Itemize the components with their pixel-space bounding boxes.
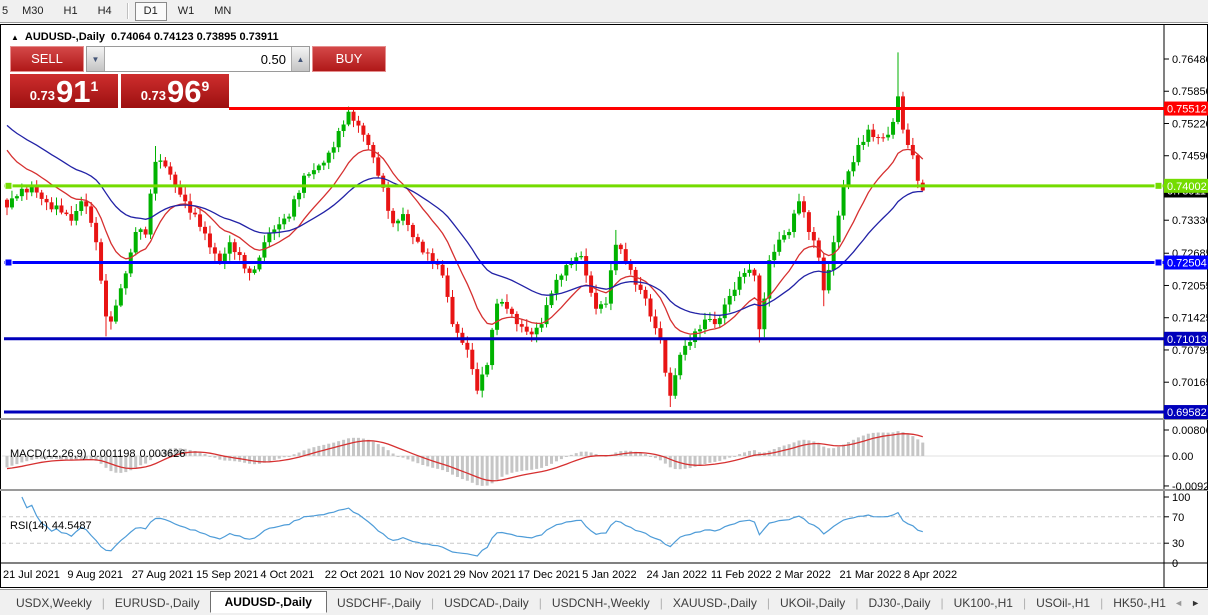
svg-text:0.75220: 0.75220 <box>1172 118 1208 130</box>
date-axis: 21 Jul 2021 9 Aug 2021 27 Aug 202115 Sep 2… <box>3 569 957 581</box>
svg-text:0.74002: 0.74002 <box>1167 181 1207 193</box>
svg-text:10 Nov 2021: 10 Nov 2021 <box>389 569 451 581</box>
svg-text:21 Jul 2021: 21 Jul 2021 <box>3 569 60 581</box>
timeframe-button-m30[interactable]: M30 <box>13 2 52 21</box>
sell-price-main: 91 <box>56 78 90 106</box>
buy-price-main: 96 <box>167 78 201 106</box>
macd-label: MACD(12,26,9)0.0011980.003626 <box>10 448 189 460</box>
timeframe-toolbar: 5 M30H1H4 D1W1MN <box>0 0 1208 23</box>
svg-text:0.71425: 0.71425 <box>1172 313 1208 325</box>
svg-text:100: 100 <box>1172 492 1190 504</box>
timeframe-button-h4[interactable]: H4 <box>89 2 121 21</box>
rsi-label: RSI(14)44.5487 <box>10 520 96 532</box>
tab-usdcnh-weekly[interactable]: USDCNH-,Weekly <box>542 593 660 613</box>
timeframe-button-w1[interactable]: W1 <box>169 2 204 21</box>
tab-eurusd-daily[interactable]: EURUSD-,Daily <box>105 593 210 613</box>
sell-price-display[interactable]: 0.73911 <box>10 74 118 108</box>
tab-audusd-daily[interactable]: AUDUSD-,Daily <box>210 591 327 613</box>
tab-hk50-h1[interactable]: HK50-,H1 <box>1103 593 1166 613</box>
volume-increase-button[interactable]: ▲ <box>291 47 309 71</box>
timeframe-button-h1[interactable]: H1 <box>55 2 87 21</box>
tab-ukoil-daily[interactable]: UKOil-,Daily <box>770 593 855 613</box>
svg-text:4 Oct 2021: 4 Oct 2021 <box>260 569 314 581</box>
svg-text:0.71013: 0.71013 <box>1167 334 1207 346</box>
svg-text:0.75850: 0.75850 <box>1172 86 1208 98</box>
buy-button[interactable]: BUY <box>312 46 386 72</box>
sell-price-pip: 1 <box>91 78 99 94</box>
collapse-icon[interactable]: ▲ <box>11 33 19 42</box>
svg-text:30: 30 <box>1172 538 1184 550</box>
tab-xauusd-daily[interactable]: XAUUSD-,Daily <box>663 593 767 613</box>
chart-ohlc-values: 0.74064 0.74123 0.73895 0.73911 <box>111 31 279 43</box>
tab-dj30-daily[interactable]: DJ30-,Daily <box>858 593 940 613</box>
arrow-up-icon: ▲ <box>297 55 305 64</box>
tab-usdx-weekly[interactable]: USDX,Weekly <box>6 593 102 613</box>
timeframe-button-m5-partial[interactable]: 5 <box>0 3 12 19</box>
timeframe-button-d1[interactable]: D1 <box>135 2 167 21</box>
svg-text:29 Nov 2021: 29 Nov 2021 <box>453 569 515 581</box>
svg-text:0.72504: 0.72504 <box>1167 257 1207 269</box>
svg-text:0.00: 0.00 <box>1172 451 1193 463</box>
tab-usdchf-daily[interactable]: USDCHF-,Daily <box>327 593 431 613</box>
svg-text:0.69582: 0.69582 <box>1167 407 1207 419</box>
tab-uk100-h1[interactable]: UK100-,H1 <box>944 593 1023 613</box>
chart-tab-bar: USDX,Weekly|EURUSD-,DailyAUDUSD-,DailyUS… <box>0 589 1208 615</box>
chart-title: ▲ AUDUSD-,Daily 0.74064 0.74123 0.73895 … <box>11 31 279 43</box>
svg-text:17 Dec 2021: 17 Dec 2021 <box>518 569 580 581</box>
svg-text:22 Oct 2021: 22 Oct 2021 <box>325 569 385 581</box>
svg-text:0.74590: 0.74590 <box>1172 151 1208 163</box>
sell-price-prefix: 0.73 <box>30 88 55 103</box>
svg-text:11 Feb 2022: 11 Feb 2022 <box>711 569 772 581</box>
svg-text:27 Aug 2021: 27 Aug 2021 <box>132 569 194 581</box>
svg-text:0.008061: 0.008061 <box>1172 425 1208 437</box>
tabs-scroll-left-icon[interactable]: ◄ <box>1174 598 1183 608</box>
svg-text:70: 70 <box>1172 512 1184 524</box>
tab-usdcad-daily[interactable]: USDCAD-,Daily <box>434 593 539 613</box>
volume-decrease-button[interactable]: ▼ <box>87 47 105 71</box>
chart-canvas[interactable]: 0.764800.758500.752200.745900.733300.726… <box>0 24 1208 615</box>
svg-text:15 Sep 2021: 15 Sep 2021 <box>196 569 258 581</box>
buy-price-display[interactable]: 0.73969 <box>121 74 229 108</box>
buy-price-prefix: 0.73 <box>141 88 166 103</box>
sell-button[interactable]: SELL <box>10 46 84 72</box>
svg-text:0.72055: 0.72055 <box>1172 280 1208 292</box>
tabs-scroll-right-icon[interactable]: ► <box>1191 598 1200 608</box>
chart-symbol-label: AUDUSD-,Daily <box>25 31 105 43</box>
svg-text:0.76480: 0.76480 <box>1172 54 1208 66</box>
svg-text:21 Mar 2022: 21 Mar 2022 <box>840 569 902 581</box>
buy-price-pip: 9 <box>202 78 210 94</box>
volume-spinner: ▼ ▲ <box>86 46 310 72</box>
svg-text:0.75512: 0.75512 <box>1167 104 1207 116</box>
one-click-trading-widget: SELL ▼ ▲ BUY 0.73911 0.73969 <box>10 46 229 108</box>
svg-text:0.70165: 0.70165 <box>1172 377 1208 389</box>
svg-text:0.70795: 0.70795 <box>1172 345 1208 357</box>
mt4-terminal: { "toolbar": { "partial_left": "5", "tim… <box>0 0 1208 615</box>
tab-usoil-h1[interactable]: USOil-,H1 <box>1026 593 1100 613</box>
svg-text:8 Apr 2022: 8 Apr 2022 <box>904 569 957 581</box>
svg-text:0.73330: 0.73330 <box>1172 215 1208 227</box>
timeframe-button-mn[interactable]: MN <box>205 2 240 21</box>
svg-text:24 Jan 2022: 24 Jan 2022 <box>647 569 708 581</box>
svg-text:2 Mar 2022: 2 Mar 2022 <box>775 569 831 581</box>
volume-input[interactable] <box>105 47 291 71</box>
svg-text:5 Jan 2022: 5 Jan 2022 <box>582 569 636 581</box>
toolbar-separator <box>127 3 129 19</box>
svg-text:9 Aug 2021: 9 Aug 2021 <box>67 569 123 581</box>
arrow-down-icon: ▼ <box>92 55 100 64</box>
svg-text:0: 0 <box>1172 558 1178 570</box>
